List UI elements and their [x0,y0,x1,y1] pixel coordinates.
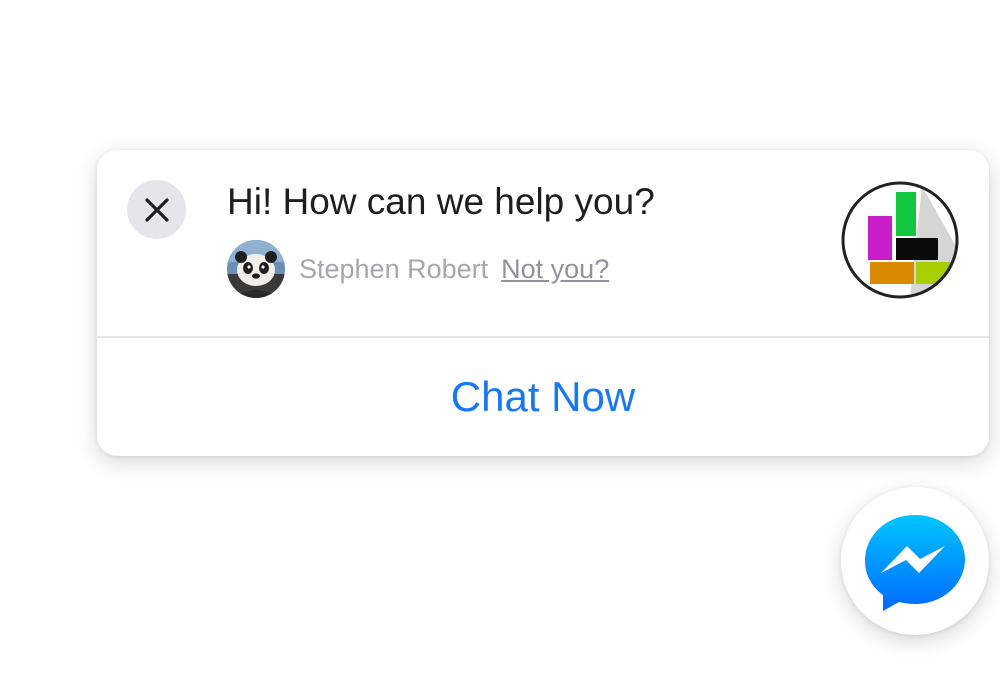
user-row: Stephen Robert Not you? [227,239,609,299]
messenger-button[interactable] [841,487,989,635]
messenger-icon [865,515,965,611]
close-button[interactable] [127,180,186,239]
close-icon [144,197,169,222]
user-name: Stephen Robert [299,253,489,284]
user-avatar [227,240,285,298]
page-logo [840,180,960,300]
chat-greeting-popup: Hi! How can we help you? Stephen Robert … [97,150,989,456]
chat-now-button[interactable]: Chat Now [97,338,989,456]
page: Hi! How can we help you? Stephen Robert … [0,0,1000,673]
not-you-link[interactable]: Not you? [501,254,609,285]
greeting-text: Hi! How can we help you? [227,181,655,222]
